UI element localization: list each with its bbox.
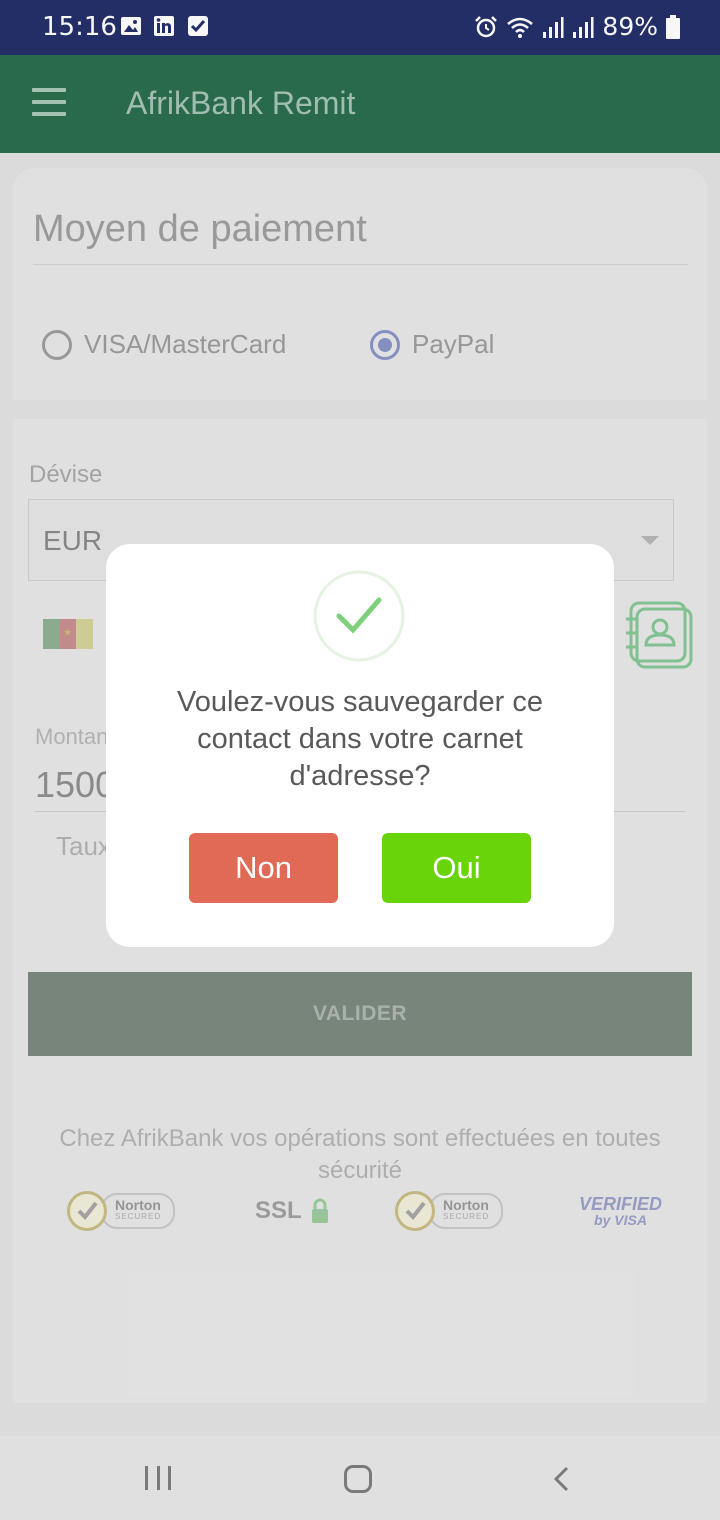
dialog-message: Voulez-vous sauvegarder ce contact dans … <box>177 686 543 792</box>
save-contact-dialog: Voulez-vous sauvegarder ce contact dans … <box>106 544 614 947</box>
non-button[interactable]: Non <box>189 833 338 903</box>
success-check-icon <box>313 570 405 662</box>
system-nav-bar <box>0 1436 720 1520</box>
back-icon[interactable] <box>550 1466 574 1492</box>
recent-apps-icon[interactable] <box>145 1466 171 1490</box>
home-icon[interactable] <box>344 1465 372 1493</box>
oui-button[interactable]: Oui <box>382 833 531 903</box>
